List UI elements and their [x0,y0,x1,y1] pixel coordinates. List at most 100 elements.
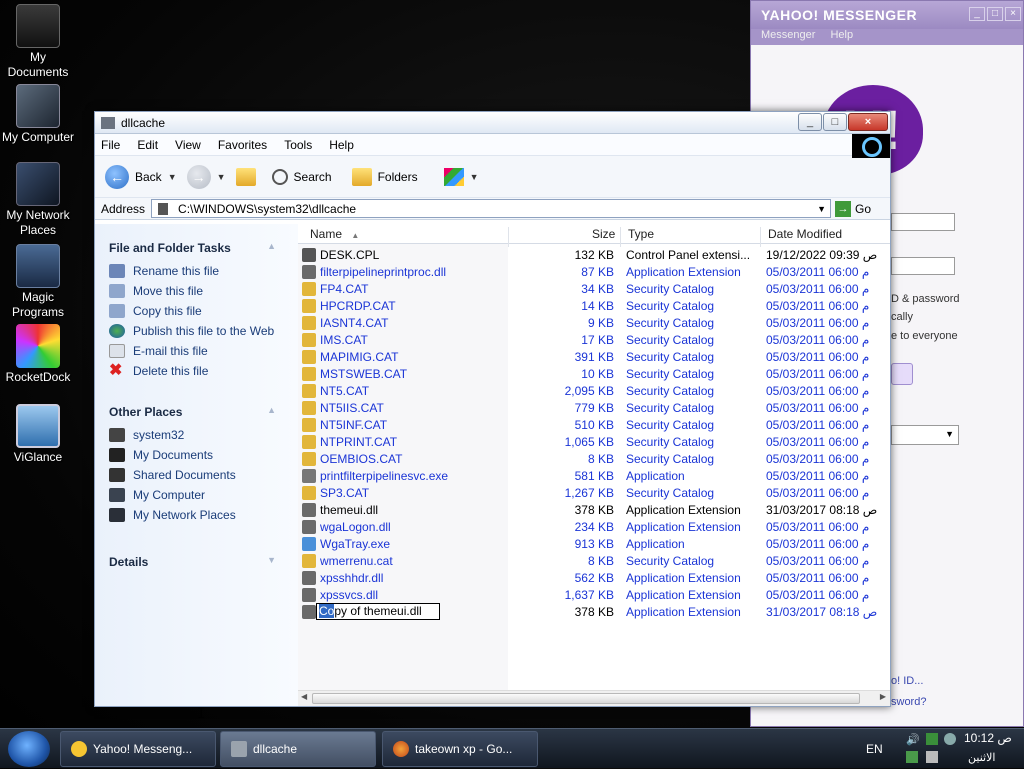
place-my-network-places[interactable]: My Network Places [95,505,298,525]
column-separator[interactable] [620,227,621,247]
desktop-icon-my-documents[interactable]: My Documents [0,4,76,80]
file-row[interactable]: FP4.CAT 34 KB Security Catalog 05/03/2011 0… [298,281,890,298]
maximize-button[interactable]: □ [823,113,847,131]
column-separator[interactable] [760,227,761,247]
back-button[interactable]: ← Back ▼ [105,164,177,189]
file-row[interactable]: printfilterpipelinesvc.exe 581 KB Applicat… [298,468,890,485]
address-input[interactable]: C:\WINDOWS\system32\dllcache ▼ [151,199,832,218]
yahoo-menu-messenger[interactable]: Messenger [761,29,815,41]
task-publish[interactable]: Publish this file to the Web [95,321,298,341]
go-button[interactable]: → Go [835,200,871,217]
task-firefox[interactable]: takeown xp - Go... [382,731,538,767]
file-row[interactable]: OEMBIOS.CAT 8 KB Security Catalog 05/03/201… [298,451,890,468]
file-row[interactable]: SP3.CAT 1,267 KB Security Catalog 05/03/201… [298,485,890,502]
forward-button[interactable]: → ▼ [186,164,226,189]
desktop-icon-rocketdock[interactable]: RocketDock [0,324,76,385]
file-row[interactable]: NT5.CAT 2,095 KB Security Catalog 05/03/201… [298,383,890,400]
yahoo-maximize-button[interactable]: □ [987,7,1003,21]
chevron-down-icon[interactable]: ▼ [168,172,177,182]
file-row[interactable]: xpsshhdr.dll 562 KB Application Extension 0… [298,570,890,587]
tray-icon[interactable] [944,733,956,745]
file-row[interactable]: WgaTray.exe 913 KB Application 05/03/2011 0… [298,536,890,553]
task-copy[interactable]: Copy this file [95,301,298,321]
clock-time[interactable]: 10:12 ص [964,731,1012,745]
chevron-up-icon[interactable]: ▲ [267,405,276,415]
menu-tools[interactable]: Tools [284,138,312,152]
file-row[interactable]: NT5INF.CAT 510 KB Security Catalog 05/03/20… [298,417,890,434]
task-yahoo[interactable]: Yahoo! Messeng... [60,731,216,767]
yahoo-signin-button[interactable] [891,363,913,385]
yahoo-id-field[interactable] [891,213,955,231]
yahoo-password-field[interactable] [891,257,955,275]
search-button[interactable]: Search [271,168,332,185]
yahoo-get-id-link[interactable]: o! ID... [891,675,923,687]
file-row[interactable]: MSTSWEB.CAT 10 KB Security Catalog 05/03/20… [298,366,890,383]
file-row-renaming[interactable]: Copy of themeui.dll 378 KB Application Ext… [298,603,890,621]
views-button[interactable]: ▼ [443,167,479,186]
network-tray-icon[interactable] [926,733,938,745]
up-folder-button[interactable] [235,167,256,186]
language-indicator[interactable]: EN [866,742,883,756]
file-row[interactable]: MAPIMIG.CAT 391 KB Security Catalog 05/03/2… [298,349,890,366]
menu-view[interactable]: View [175,138,201,152]
other-places-header[interactable]: Other Places ▲ [95,405,298,419]
file-row[interactable]: themeui.dll 378 KB Application Extension 31… [298,502,890,519]
task-rename[interactable]: Rename this file [95,261,298,281]
menu-file[interactable]: File [101,138,120,152]
volume-icon[interactable]: 🔊 [906,733,920,746]
file-row[interactable]: wgaLogon.dll 234 KB Application Extension 0… [298,519,890,536]
column-type[interactable]: Type [628,227,654,241]
task-delete[interactable]: ✖ Delete this file [95,361,298,381]
scrollbar-thumb[interactable] [312,693,860,704]
column-name[interactable]: Name ▲ [310,227,359,241]
yahoo-close-button[interactable]: × [1005,7,1021,21]
file-row[interactable]: wmerrenu.cat 8 KB Security Catalog 05/03/20… [298,553,890,570]
explorer-window[interactable]: dllcache _ □ × File Edit View Favorites … [94,111,891,722]
menu-favorites[interactable]: Favorites [218,138,267,152]
yahoo-forgot-password-link[interactable]: sword? [891,696,926,708]
place-my-documents[interactable]: My Documents [95,445,298,465]
desktop-icon-viglance[interactable]: ViGlance [0,404,76,465]
desktop-icon-my-computer[interactable]: My Computer [0,84,76,145]
start-button[interactable] [8,731,50,767]
chevron-down-icon[interactable]: ▼ [817,204,826,214]
place-shared-documents[interactable]: Shared Documents [95,465,298,485]
folders-button[interactable]: Folders [351,167,418,186]
chevron-up-icon[interactable]: ▲ [267,241,276,251]
task-email[interactable]: E-mail this file [95,341,298,361]
file-row[interactable]: IMS.CAT 17 KB Security Catalog 05/03/2011 0… [298,332,890,349]
place-my-computer[interactable]: My Computer [95,485,298,505]
horizontal-scrollbar[interactable]: ◀ ▶ [298,690,890,706]
task-move[interactable]: Move this file [95,281,298,301]
close-button[interactable]: × [848,113,888,131]
details-header[interactable]: Details ▼ [95,555,298,569]
file-row[interactable]: HPCRDP.CAT 14 KB Security Catalog 05/03/201… [298,298,890,315]
column-size[interactable]: Size [592,227,615,241]
title-bar[interactable]: dllcache _ □ × [95,112,890,134]
file-list[interactable]: Name ▲ Size Type Date Modified DESK.CPL 1… [298,224,890,690]
file-row[interactable]: IASNT4.CAT 9 KB Security Catalog 05/03/2011… [298,315,890,332]
yahoo-minimize-button[interactable]: _ [969,7,985,21]
menu-edit[interactable]: Edit [137,138,158,152]
column-date[interactable]: Date Modified [768,227,842,241]
scroll-right-icon[interactable]: ▶ [880,692,886,701]
file-folder-tasks-header[interactable]: File and Folder Tasks ▲ [95,241,298,255]
yahoo-status-select[interactable]: ▼ [891,425,959,445]
shield-icon[interactable] [906,751,918,763]
desktop-icon-my-network-places[interactable]: My Network Places [0,162,76,238]
file-row[interactable]: DESK.CPL 132 KB Control Panel extensi... 19… [298,247,890,264]
place-system32[interactable]: system32 [95,425,298,445]
chevron-down-icon[interactable]: ▼ [217,172,226,182]
chevron-down-icon[interactable]: ▼ [267,555,276,565]
file-row[interactable]: NT5IIS.CAT 779 KB Security Catalog 05/03/20… [298,400,890,417]
file-row[interactable]: xpssvcs.dll 1,637 KB Application Extension… [298,587,890,604]
file-row[interactable]: NTPRINT.CAT 1,065 KB Security Catalog 05/03… [298,434,890,451]
column-separator[interactable] [508,227,509,247]
file-row[interactable]: filterpipelineprintproc.dll 87 KB Applicat… [298,264,890,281]
desktop-icon-magic-programs[interactable]: Magic Programs [0,244,76,320]
task-dllcache[interactable]: dllcache [220,731,376,767]
minimize-button[interactable]: _ [798,113,822,131]
yahoo-menu-help[interactable]: Help [830,29,853,41]
rename-input[interactable]: Copy of themeui.dll [316,603,440,620]
tray-icon[interactable] [926,751,938,763]
